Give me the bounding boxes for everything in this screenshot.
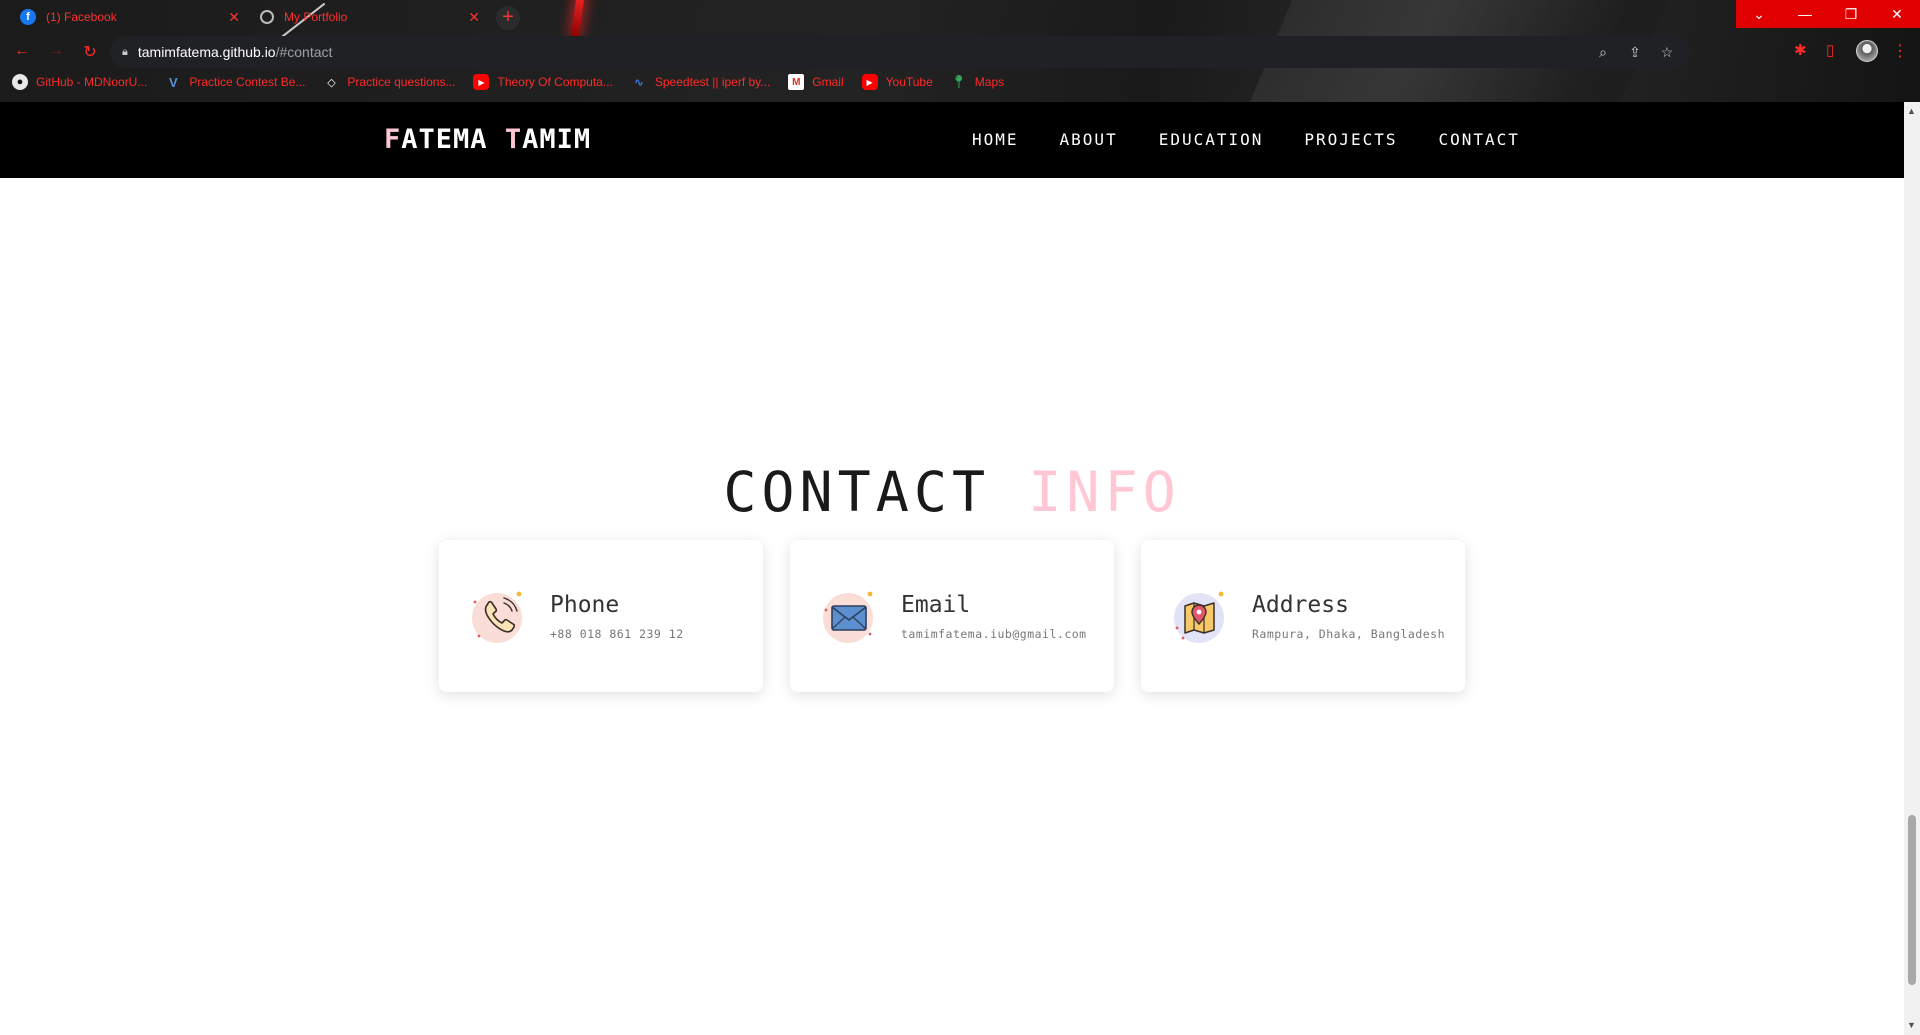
profile-avatar[interactable] (1856, 40, 1878, 62)
side-panel-icon[interactable]: ▯ (1826, 41, 1834, 59)
maps-icon: 📍︎ (950, 74, 968, 89)
tab-bar: f (1) Facebook ✕ My Portfolio ✕ + ⌄ — ❐ … (0, 0, 1920, 34)
logo-text-tamim: AMIM (522, 124, 592, 155)
email-address[interactable]: tamimfatema.iub@gmail.com (901, 627, 1087, 641)
card-label: Address (1252, 592, 1349, 618)
card-label: Email (901, 592, 971, 618)
bookmark-label: Theory Of Computa... (497, 75, 613, 89)
navigation-buttons: ← → ↻ (12, 42, 100, 62)
scrollbar-thumb[interactable] (1908, 815, 1916, 985)
url-host: tamimfatema.github.io (137, 44, 276, 60)
close-icon[interactable]: ✕ (228, 9, 240, 26)
contact-card-email: Email tamimfatema.iub@gmail.com (790, 540, 1114, 692)
bookmark-label: Gmail (812, 75, 844, 89)
scroll-down-arrow-icon[interactable]: ▼ (1907, 1020, 1916, 1030)
nav-home[interactable]: HOME (972, 130, 1019, 149)
site-logo[interactable]: FATEMA TAMIM (384, 124, 591, 155)
address-bar[interactable]: 🔒︎ tamimfatema.github.io/#contact ⌕ ⇪ ☆ (110, 36, 1690, 68)
tab-search-chevron-icon[interactable]: ⌄ (1736, 0, 1782, 28)
url-text[interactable]: tamimfatema.github.io/#contact (138, 44, 1582, 60)
nav-education[interactable]: EDUCATION (1159, 130, 1264, 149)
contact-card-phone: Phone +88 018 861 239 12 (439, 540, 763, 692)
menu-kebab-icon[interactable]: ⋮ (1892, 41, 1908, 61)
new-tab-button[interactable]: + (496, 6, 520, 30)
bookmark-label: GitHub - MDNoorU... (36, 75, 148, 89)
contact-card-address: Address Rampura, Dhaka, Bangladesh (1141, 540, 1465, 692)
bookmark-theory-of-computation[interactable]: ▶ Theory Of Computa... (473, 74, 613, 90)
bookmarks-bar: ● GitHub - MDNoorU... V Practice Contest… (12, 74, 1004, 90)
phone-icon (471, 588, 527, 644)
scroll-up-arrow-icon[interactable]: ▲ (1907, 106, 1916, 116)
url-path: /#contact (275, 44, 333, 60)
toolbar: ← → ↻ 🔒︎ tamimfatema.github.io/#contact … (0, 36, 1920, 68)
close-icon[interactable]: ✕ (468, 9, 480, 26)
youtube-icon: ▶ (861, 74, 878, 90)
page-scrollbar[interactable]: ▲ ▼ (1904, 102, 1920, 1035)
phone-number[interactable]: +88 018 861 239 12 (550, 627, 684, 641)
back-arrow-icon[interactable]: ← (12, 42, 32, 62)
globe-icon (260, 10, 274, 24)
bookmark-label: YouTube (885, 75, 933, 89)
logo-text-fatema: ATEMA (401, 124, 505, 155)
nav-projects[interactable]: PROJECTS (1304, 130, 1397, 149)
close-window-button[interactable]: ✕ (1874, 0, 1920, 28)
bookmark-speedtest[interactable]: ∿ Speedtest || iperf by... (631, 74, 770, 90)
tab-facebook[interactable]: f (1) Facebook ✕ (10, 2, 250, 32)
nav-about[interactable]: ABOUT (1060, 130, 1118, 149)
map-pin-icon (1173, 588, 1229, 644)
youtube-icon: ▶ (473, 74, 490, 90)
extensions-puzzle-icon[interactable]: ✱ (1794, 41, 1807, 59)
minimize-button[interactable]: — (1782, 0, 1828, 28)
section-title: CONTACT INFO (0, 460, 1904, 524)
email-icon (822, 588, 878, 644)
nav-contact[interactable]: CONTACT (1438, 130, 1519, 149)
main-menu: HOME ABOUT EDUCATION PROJECTS CONTACT (972, 130, 1520, 149)
address-text: Rampura, Dhaka, Bangladesh (1252, 627, 1446, 641)
title-info: INFO (1028, 460, 1181, 524)
bookmark-label: Practice Contest Be... (189, 75, 306, 89)
browser-chrome: f (1) Facebook ✕ My Portfolio ✕ + ⌄ — ❐ … (0, 0, 1920, 102)
title-contact: CONTACT (723, 460, 991, 524)
bookmark-gmail[interactable]: M Gmail (788, 74, 844, 90)
restore-button[interactable]: ❐ (1828, 0, 1874, 28)
bookmark-label: Practice questions... (347, 75, 456, 89)
github-icon: ● (12, 74, 28, 90)
bookmark-practice-questions[interactable]: ◇ Practice questions... (323, 74, 455, 90)
bookmark-star-icon[interactable]: ☆ (1656, 44, 1678, 61)
zoom-icon[interactable]: ⌕ (1592, 44, 1614, 61)
window-controls: ⌄ — ❐ ✕ (1736, 0, 1920, 28)
logo-initial-f: F (384, 124, 402, 155)
tab-title: My Portfolio (284, 10, 348, 24)
bookmark-maps[interactable]: 📍︎ Maps (950, 74, 1005, 90)
speedtest-icon: ∿ (634, 76, 644, 89)
bookmark-youtube[interactable]: ▶ YouTube (861, 74, 933, 90)
tab-my-portfolio[interactable]: My Portfolio ✕ (250, 2, 490, 32)
card-label: Phone (550, 592, 620, 618)
facebook-icon: f (20, 9, 36, 25)
share-icon[interactable]: ⇪ (1624, 44, 1646, 61)
bookmark-label: Speedtest || iperf by... (654, 75, 771, 89)
tab-title: (1) Facebook (46, 10, 117, 24)
vjudge-icon: V (169, 74, 178, 90)
codechef-icon: ◇ (327, 76, 336, 89)
bookmark-vjudge[interactable]: V Practice Contest Be... (165, 74, 305, 90)
bookmark-label: Maps (974, 75, 1005, 89)
bookmark-github[interactable]: ● GitHub - MDNoorU... (12, 74, 147, 90)
forward-arrow-icon[interactable]: → (46, 42, 66, 62)
logo-initial-t: T (504, 124, 523, 155)
reload-icon[interactable]: ↻ (80, 42, 100, 62)
lock-icon[interactable]: 🔒︎ (122, 46, 128, 59)
site-navbar: FATEMA TAMIM HOME ABOUT EDUCATION PROJEC… (0, 102, 1904, 178)
gmail-icon: M (788, 74, 805, 90)
